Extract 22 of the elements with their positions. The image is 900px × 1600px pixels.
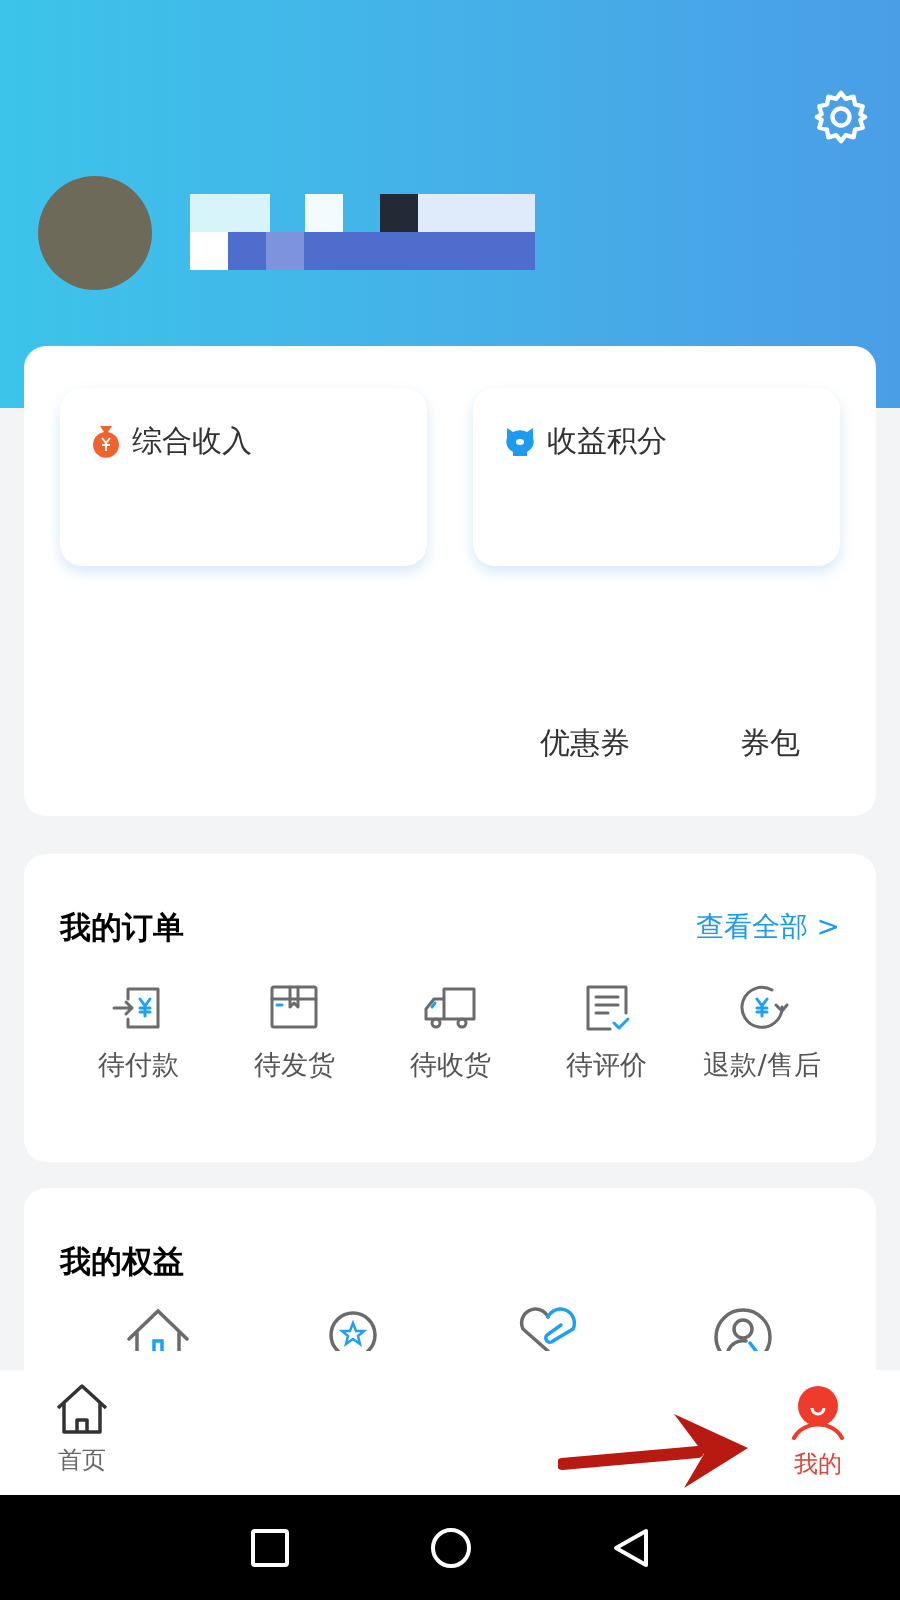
nav-tab[interactable]: 首页 bbox=[54, 1384, 110, 1495]
order-status-button[interactable]: 待评价 bbox=[528, 976, 684, 1085]
home-icon bbox=[54, 1384, 110, 1436]
circle-icon[interactable] bbox=[430, 1526, 472, 1569]
income-label: 收益积分 bbox=[547, 424, 667, 458]
order-status-button[interactable]: 退款/售后 bbox=[684, 976, 840, 1085]
settings-icon[interactable] bbox=[812, 88, 870, 146]
order-status-button[interactable]: 待付款 bbox=[60, 976, 216, 1085]
order-status-button[interactable]: 待收货 bbox=[372, 976, 528, 1085]
section-title: 我的订单 bbox=[60, 908, 184, 947]
nav-tab[interactable]: 我的 bbox=[790, 1384, 846, 1495]
coupon-link[interactable]: 券包 bbox=[740, 720, 800, 765]
section-title: 我的权益 bbox=[60, 1243, 184, 1279]
income-tile[interactable]: 综合收入 bbox=[60, 388, 427, 566]
person-icon bbox=[790, 1384, 846, 1440]
income-label: 综合收入 bbox=[132, 424, 252, 458]
back-icon[interactable] bbox=[612, 1526, 650, 1569]
income-tile[interactable]: 收益积分 bbox=[473, 388, 840, 566]
money-bag-icon bbox=[90, 424, 122, 458]
order-status-button[interactable]: 待发货 bbox=[216, 976, 372, 1085]
coupon-link[interactable]: 优惠券 bbox=[540, 720, 630, 765]
square-icon[interactable] bbox=[250, 1527, 290, 1568]
